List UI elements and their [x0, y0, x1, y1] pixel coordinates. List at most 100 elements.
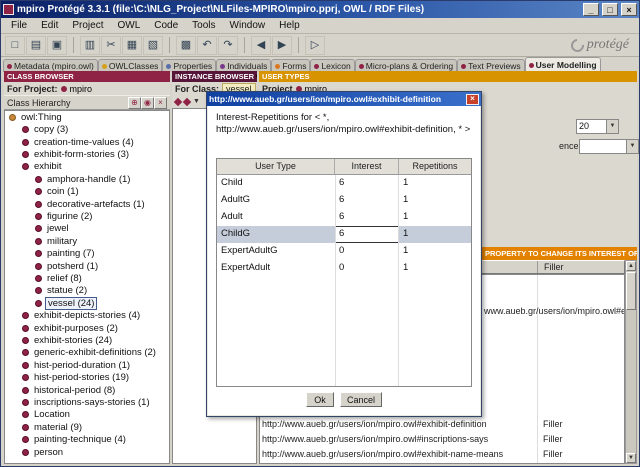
cell-interest[interactable]: 0: [335, 243, 399, 260]
property-cell[interactable]: http://www.aueb.gr/users/ion/mpiro.owl#i…: [262, 434, 488, 444]
property-cell[interactable]: http://www.aueb.gr/users/ion/mpiro.owl#e…: [262, 419, 487, 429]
tree-node-amphora-handle[interactable]: amphora-handle (1): [5, 173, 169, 185]
property-row[interactable]: http://www.aueb.gr/users/ion/mpiro.owl#i…: [260, 432, 624, 447]
preference-dropdown[interactable]: ▼: [579, 139, 639, 154]
menu-help[interactable]: Help: [273, 19, 306, 32]
menu-tools[interactable]: Tools: [186, 19, 221, 32]
usertype-row-adult[interactable]: Adult 6 1: [217, 209, 471, 226]
filler-cell[interactable]: Filler: [543, 434, 563, 444]
filler-cell[interactable]: Filler: [543, 419, 563, 429]
title-bar[interactable]: mpiro Protégé 3.3.1 (file:\C:\NLG_Projec…: [1, 1, 639, 18]
cell-user-type[interactable]: AdultG: [217, 192, 335, 209]
tree-node-coin[interactable]: coin (1): [5, 185, 169, 197]
menu-project[interactable]: Project: [66, 19, 109, 32]
dialog-close-button[interactable]: ×: [466, 93, 479, 105]
tree-node-painting[interactable]: painting (7): [5, 247, 169, 259]
delete-class-button[interactable]: ×: [154, 96, 167, 109]
partial-property-row[interactable]: www.aueb.gr/users/ion/mpiro.owl#exhibit: [484, 306, 624, 316]
copy-button[interactable]: ▦: [122, 35, 142, 55]
dialog-title-bar[interactable]: http://www.aueb.gr/users/ion/mpiro.owl#e…: [207, 92, 481, 106]
open-project-button[interactable]: ▤: [26, 35, 46, 55]
cell-repetitions[interactable]: 1: [399, 260, 471, 277]
create-class-button[interactable]: ⊕: [128, 96, 141, 109]
minimize-button[interactable]: _: [583, 3, 599, 16]
tree-node-exhibit[interactable]: exhibit: [5, 161, 169, 173]
tab-user-modelling[interactable]: User Modelling: [524, 57, 601, 72]
value-dropdown[interactable]: 20 ▼: [576, 119, 619, 134]
vertical-scrollbar[interactable]: ▲ ▼: [625, 260, 637, 464]
menu-window[interactable]: Window: [224, 19, 272, 32]
tree-node-generic-exhibit-definitions[interactable]: generic-exhibit-definitions (2): [5, 347, 169, 359]
copy-instance-icon[interactable]: [182, 97, 192, 106]
tree-node-military[interactable]: military: [5, 235, 169, 247]
property-cell[interactable]: http://www.aueb.gr/users/ion/mpiro.owl#e…: [262, 449, 503, 459]
scrollbar-thumb[interactable]: [626, 272, 636, 310]
tree-node-exhibit-stories[interactable]: exhibit-stories (24): [5, 334, 169, 346]
property-row[interactable]: http://www.aueb.gr/users/ion/mpiro.owl#e…: [260, 447, 624, 462]
scroll-down-icon[interactable]: ▼: [626, 453, 636, 463]
usertype-row-child[interactable]: Child 6 1: [217, 175, 471, 192]
redo-button[interactable]: ↷: [218, 35, 238, 55]
property-row[interactable]: http://www.aueb.gr/users/ion/mpiro.owl#e…: [260, 417, 624, 432]
menu-code[interactable]: Code: [148, 19, 184, 32]
tree-node-relief[interactable]: relief (8): [5, 272, 169, 284]
tree-node-inscriptions-says-stories[interactable]: inscriptions-says-stories (1): [5, 396, 169, 408]
navigate-back-button[interactable]: ◀: [251, 35, 271, 55]
property-row[interactable]: http://www.aueb.gr/users/ion/mpiro.owl#: [260, 462, 624, 463]
cell-user-type[interactable]: ChildG: [217, 226, 335, 243]
new-project-button[interactable]: □: [5, 35, 25, 55]
menu-edit[interactable]: Edit: [35, 19, 64, 32]
tree-node-exhibit-form-stories[interactable]: exhibit-form-stories (3): [5, 148, 169, 160]
class-hierarchy-tree[interactable]: owl:Thing copy (3) creation-time-values (4…: [4, 110, 170, 464]
undo-button[interactable]: ↶: [197, 35, 217, 55]
cell-interest[interactable]: 6: [335, 226, 399, 243]
cell-interest[interactable]: 6: [335, 209, 399, 226]
tree-node-material[interactable]: material (9): [5, 421, 169, 433]
print-button[interactable]: ▥: [80, 35, 100, 55]
column-header-interest[interactable]: Interest: [335, 159, 399, 175]
paste-button[interactable]: ▧: [143, 35, 163, 55]
chevron-down-icon[interactable]: ▼: [606, 120, 618, 133]
save-project-button[interactable]: ▣: [47, 35, 67, 55]
column-header-repetitions[interactable]: Repetitions: [399, 159, 471, 175]
cell-user-type[interactable]: ExpertAdult: [217, 260, 335, 277]
instance-menu-icon[interactable]: ▼: [193, 98, 200, 105]
tree-node-person[interactable]: person: [5, 446, 169, 458]
cell-interest[interactable]: 6: [335, 192, 399, 209]
panel-menu-icon[interactable]: ▼: [254, 74, 257, 80]
filler-cell[interactable]: Filler: [543, 449, 563, 459]
ok-button[interactable]: Ok: [305, 392, 334, 407]
tree-node-copy[interactable]: copy (3): [5, 123, 169, 135]
cell-repetitions[interactable]: 1: [399, 209, 471, 226]
usertype-row-childg[interactable]: ChildG 6 1: [217, 226, 471, 243]
create-instance-icon[interactable]: [173, 97, 183, 106]
tree-node-exhibit-purposes[interactable]: exhibit-purposes (2): [5, 322, 169, 334]
create-subclass-button[interactable]: ◉: [141, 96, 154, 109]
tree-node-hist-period-duration[interactable]: hist-period-duration (1): [5, 359, 169, 371]
maximize-button[interactable]: □: [602, 3, 618, 16]
tree-node-owl-thing[interactable]: owl:Thing: [5, 111, 169, 123]
menu-owl[interactable]: OWL: [111, 19, 146, 32]
menu-file[interactable]: File: [5, 19, 33, 32]
cut-button[interactable]: ✂: [101, 35, 121, 55]
cell-repetitions[interactable]: 1: [399, 192, 471, 209]
close-button[interactable]: ×: [621, 3, 637, 16]
tree-node-jewel[interactable]: jewel: [5, 223, 169, 235]
tree-node-historical-period[interactable]: historical-period (8): [5, 384, 169, 396]
usertype-row-expertadultg[interactable]: ExpertAdultG 0 1: [217, 243, 471, 260]
cell-user-type[interactable]: Adult: [217, 209, 335, 226]
user-types-table[interactable]: User Type Interest Repetitions Child 6 1 Ad…: [216, 158, 472, 387]
cell-repetitions[interactable]: 1: [399, 243, 471, 260]
cell-user-type[interactable]: ExpertAdultG: [217, 243, 335, 260]
cell-user-type[interactable]: Child: [217, 175, 335, 192]
cell-repetitions[interactable]: 1: [399, 226, 471, 243]
scroll-up-icon[interactable]: ▲: [626, 261, 636, 271]
filler-column-header[interactable]: Filler: [537, 261, 564, 273]
tree-node-exhibit-depicts-stories[interactable]: exhibit-depicts-stories (4): [5, 310, 169, 322]
cell-interest[interactable]: 0: [335, 260, 399, 277]
tree-node-decorative-artefacts[interactable]: decorative-artefacts (1): [5, 198, 169, 210]
navigate-forward-button[interactable]: ▶: [272, 35, 292, 55]
archive-button[interactable]: ▩: [176, 35, 196, 55]
tree-node-location[interactable]: Location: [5, 409, 169, 421]
cell-interest[interactable]: 6: [335, 175, 399, 192]
